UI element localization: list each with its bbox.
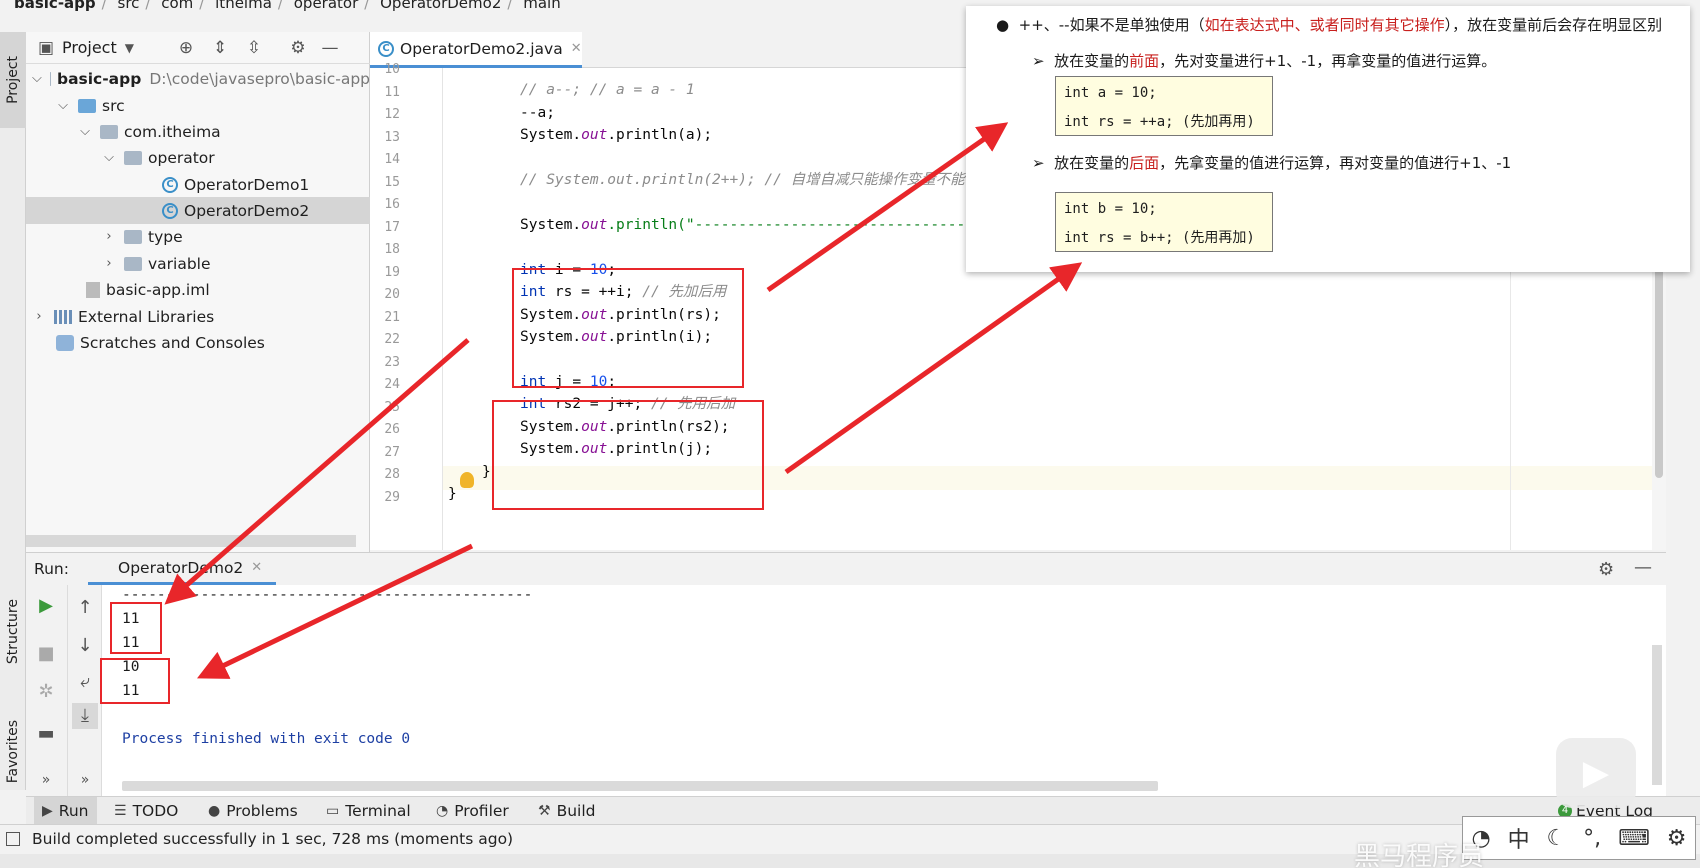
video-play-button[interactable]: ▶ [1556,738,1636,808]
tool-tab-build[interactable]: ⚒ Build [538,797,595,825]
tool-tab-label: Problems [226,802,298,820]
arrow-to-doc-postfix [784,262,1083,475]
hammer-icon: ⚒ [538,803,551,819]
tool-tab-label: Build [556,802,596,820]
play-icon: ▶ [42,803,53,819]
ime-language[interactable]: 中 [1508,822,1530,854]
tool-tab-label: Terminal [345,802,411,820]
watermark: 黑马程序员 [1354,842,1485,868]
tool-tab-run[interactable]: ▶ Run [34,797,97,825]
tool-tab-problems[interactable]: ● Problems [208,797,298,825]
tool-tab-profiler[interactable]: ◔ Profiler [436,797,509,825]
status-toggle-icon[interactable] [6,832,20,846]
profiler-icon: ◔ [436,803,449,819]
terminal-icon: ▭ [326,803,340,819]
gear-icon[interactable]: ⚙ [1667,826,1687,851]
arrow-to-doc-prefix [766,122,1009,293]
arrow-to-output-prefix [164,338,470,605]
ime-toolbar: ◔ 中 ☾ °, ⌨ ⚙ [1462,816,1696,860]
tool-window-bar: ▶ Run ☰ TODO ● Problems ▭ Terminal ◔ Profiler… [26,796,1700,825]
ime-keyboard-icon[interactable]: ⌨ [1618,826,1650,851]
ime-moon-icon[interactable]: ☾ [1547,826,1567,851]
arrow-to-output-postfix [196,543,474,679]
list-icon: ☰ [114,803,127,819]
tool-tab-label: Run [58,802,89,820]
tool-tab-label: Profiler [454,802,509,820]
tool-tab-label: TODO [132,802,179,820]
ime-punct-icon[interactable]: °, [1583,826,1601,851]
play-icon: ▶ [1582,753,1610,793]
annotation-arrows [164,122,1083,679]
tool-tab-todo[interactable]: ☰ TODO [114,797,178,825]
status-message[interactable]: Build completed successfully in 1 sec, 7… [32,830,513,848]
tool-tab-terminal[interactable]: ▭ Terminal [326,797,411,825]
warning-icon: ● [208,803,221,819]
